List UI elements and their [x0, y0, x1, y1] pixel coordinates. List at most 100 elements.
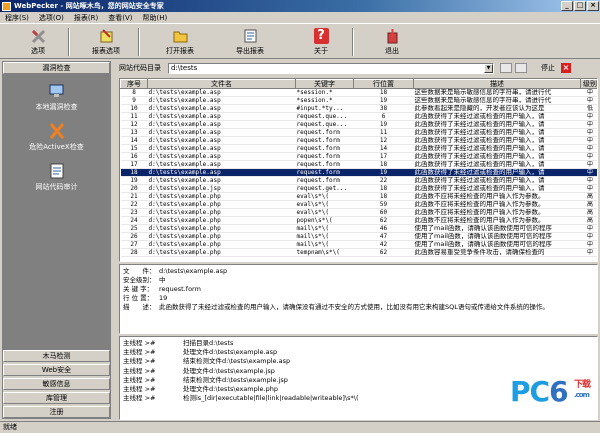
menu-report[interactable]: 报表(R) — [69, 13, 103, 23]
column-header-keyword[interactable]: 关键字 — [295, 79, 354, 89]
row-level: 中 — [580, 112, 597, 121]
row-index: 8 — [120, 88, 148, 97]
export-report-label: 导出报表 — [236, 47, 264, 55]
table-row[interactable]: 24 d:\tests\example.php popen\s*\(62 此函数不应将… — [120, 216, 597, 225]
table-row[interactable]: 12 d:\tests\example.asp request.que... 19 此函… — [120, 120, 597, 129]
log-source: 主线程 ># — [123, 384, 156, 393]
about-icon: ? — [313, 28, 329, 44]
row-keyword: request.que... — [295, 120, 354, 129]
table-row[interactable]: 21 d:\tests\example.php eval\s*\(18 此函数不应将未… — [120, 192, 597, 201]
table-row[interactable]: 16 d:\tests\example.asp request.form 17 此函数获… — [120, 152, 597, 161]
table-row[interactable]: 19 d:\tests\example.asp request.form 22 此函数获… — [120, 176, 597, 185]
report-options-icon — [99, 28, 114, 44]
table-row[interactable]: 25 d:\tests\example.php mail\s*\(46 使用了mail… — [120, 224, 597, 233]
directory-combo[interactable]: d:\tests ▼ — [168, 62, 494, 74]
table-row[interactable]: 17 d:\tests\example.asp request.form 18 此函数获… — [120, 160, 597, 169]
table-row[interactable]: 10 d:\tests\example.asp #input.*ty... 38 此参数… — [120, 104, 597, 113]
row-level: 中 — [580, 96, 597, 105]
toolbar-separator — [68, 28, 70, 56]
export-report-button[interactable]: 导出报表 — [228, 26, 272, 58]
sidebar-item-activex-scan[interactable]: 危险ActiveX检查 — [3, 122, 110, 152]
code-audit-icon — [50, 163, 63, 179]
close-icon[interactable]: × — [561, 63, 571, 73]
column-header-description[interactable]: 描述 — [413, 79, 581, 89]
table-row[interactable]: 13 d:\tests\example.asp request.form 11 此函数获… — [120, 128, 597, 137]
row-keyword: mail\s*\( — [295, 232, 354, 241]
table-row[interactable]: 11 d:\tests\example.asp request.que... 6 此函数… — [120, 112, 597, 121]
detail-row: 行 位 置： 19 — [123, 294, 594, 303]
left-panel: 漏洞检查 本地漏洞检查 危险ActiveX检查 网站代码审计 木马检测 Web安… — [2, 61, 111, 419]
detail-key: 描 述： — [123, 303, 156, 311]
minimize-button[interactable]: _ — [561, 1, 573, 11]
menu-help[interactable]: 帮助(H) — [137, 13, 172, 23]
scan-icon[interactable] — [500, 63, 512, 73]
table-row[interactable]: 27 d:\tests\example.php mail\s*\(42 使用了mail… — [120, 240, 597, 249]
row-level: 中 — [580, 120, 597, 129]
sidebar-tab-register[interactable]: 注册 — [3, 406, 110, 418]
close-button[interactable]: × — [587, 1, 599, 11]
row-level: 高 — [580, 200, 597, 209]
row-index: 19 — [120, 176, 148, 185]
browse-icon[interactable] — [515, 63, 527, 73]
table-header: 序号 文件名 关键字 行位置 描述 级别 — [120, 79, 597, 89]
vuln-check-header[interactable]: 漏洞检查 — [3, 62, 110, 74]
table-row[interactable]: 18 d:\tests\example.asp request.form 19 此函数获… — [120, 168, 597, 177]
row-index: 10 — [120, 104, 148, 113]
row-level: 中 — [580, 248, 597, 257]
table-row[interactable]: 8 d:\tests\example.asp *session.* 18 这些数据来是暗… — [120, 88, 597, 97]
sidebar-tab-library[interactable]: 库管理 — [3, 392, 110, 404]
row-line: 18 — [353, 160, 414, 169]
sidebar-item-label: 危险ActiveX检查 — [29, 143, 84, 151]
row-index: 16 — [120, 152, 148, 161]
table-row[interactable]: 15 d:\tests\example.asp request.form 14 此函数获… — [120, 144, 597, 153]
column-header-file[interactable]: 文件名 — [147, 79, 296, 89]
table-row[interactable]: 23 d:\tests\example.php eval\s*\(60 此函数不应将未… — [120, 208, 597, 217]
table-row[interactable]: 20 d:\tests\example.jsp request.get... 18 此函… — [120, 184, 597, 193]
row-index: 24 — [120, 216, 148, 225]
maximize-button[interactable]: □ — [574, 1, 586, 11]
row-level: 低 — [580, 104, 597, 113]
report-options-button[interactable]: 报表选项 — [84, 26, 128, 58]
row-file: d:\tests\example.php — [147, 248, 296, 257]
row-keyword: request.que... — [295, 112, 354, 121]
menu-program[interactable]: 程序(S) — [0, 13, 34, 23]
watermark-six: 6 — [549, 375, 569, 408]
row-keyword: request.get... — [295, 184, 354, 193]
row-level: 中 — [580, 184, 597, 193]
chevron-down-icon[interactable]: ▼ — [484, 63, 493, 73]
menu-options[interactable]: 选项(O) — [34, 13, 69, 23]
sidebar-item-local-scan[interactable]: 本地漏洞检查 — [3, 82, 110, 112]
table-row[interactable]: 22 d:\tests\example.php eval\s*\(59 此函数不应将未… — [120, 200, 597, 209]
sidebar-item-label: 网站代码审计 — [35, 183, 78, 191]
sidebar-tab-trojan-detect[interactable]: 木马检测 — [3, 350, 110, 362]
status-bar: 就绪 — [0, 421, 600, 433]
table-row[interactable]: 9 d:\tests\example.asp *session.* 19 这些数据来是暗… — [120, 96, 597, 105]
options-button[interactable]: 选项 — [16, 26, 60, 58]
about-button[interactable]: ? 关于 — [299, 26, 343, 58]
row-index: 23 — [120, 208, 148, 217]
column-header-level[interactable]: 级别 — [580, 79, 597, 89]
sidebar-item-code-audit[interactable]: 网站代码审计 — [3, 162, 110, 192]
watermark-pc: PC — [510, 375, 550, 408]
toolbar: 选项 报表选项 打开报表 导出报表 ? 关于 退出 — [0, 23, 600, 59]
row-keyword: request.form — [295, 152, 354, 161]
row-index: 27 — [120, 240, 148, 249]
log-source: 主线程 ># — [123, 375, 156, 384]
column-header-index[interactable]: 序号 — [120, 79, 148, 89]
table-row[interactable]: 28 d:\tests\example.php tempnam\s*\(62 此函数容… — [120, 248, 597, 257]
column-header-line[interactable]: 行位置 — [353, 79, 414, 89]
stop-button[interactable]: 停止 — [541, 63, 555, 73]
row-file: d:\tests\example.php — [147, 192, 296, 201]
menu-view[interactable]: 查看(V) — [103, 13, 137, 23]
table-row[interactable]: 14 d:\tests\example.asp request.form 12 此函数获… — [120, 136, 597, 145]
options-label: 选项 — [31, 47, 45, 55]
row-line: 60 — [353, 208, 414, 217]
exit-button[interactable]: 退出 — [370, 26, 414, 58]
open-report-button[interactable]: 打开报表 — [158, 26, 202, 58]
sidebar-tab-web-security[interactable]: Web安全 — [3, 364, 110, 376]
row-line: 18 — [353, 192, 414, 201]
sidebar-tab-sensitive-info[interactable]: 敏感信息 — [3, 378, 110, 390]
row-keyword: request.form — [295, 160, 354, 169]
row-file: d:\tests\example.asp — [147, 176, 296, 185]
table-row[interactable]: 26 d:\tests\example.php mail\s*\(47 使用了mail… — [120, 232, 597, 241]
